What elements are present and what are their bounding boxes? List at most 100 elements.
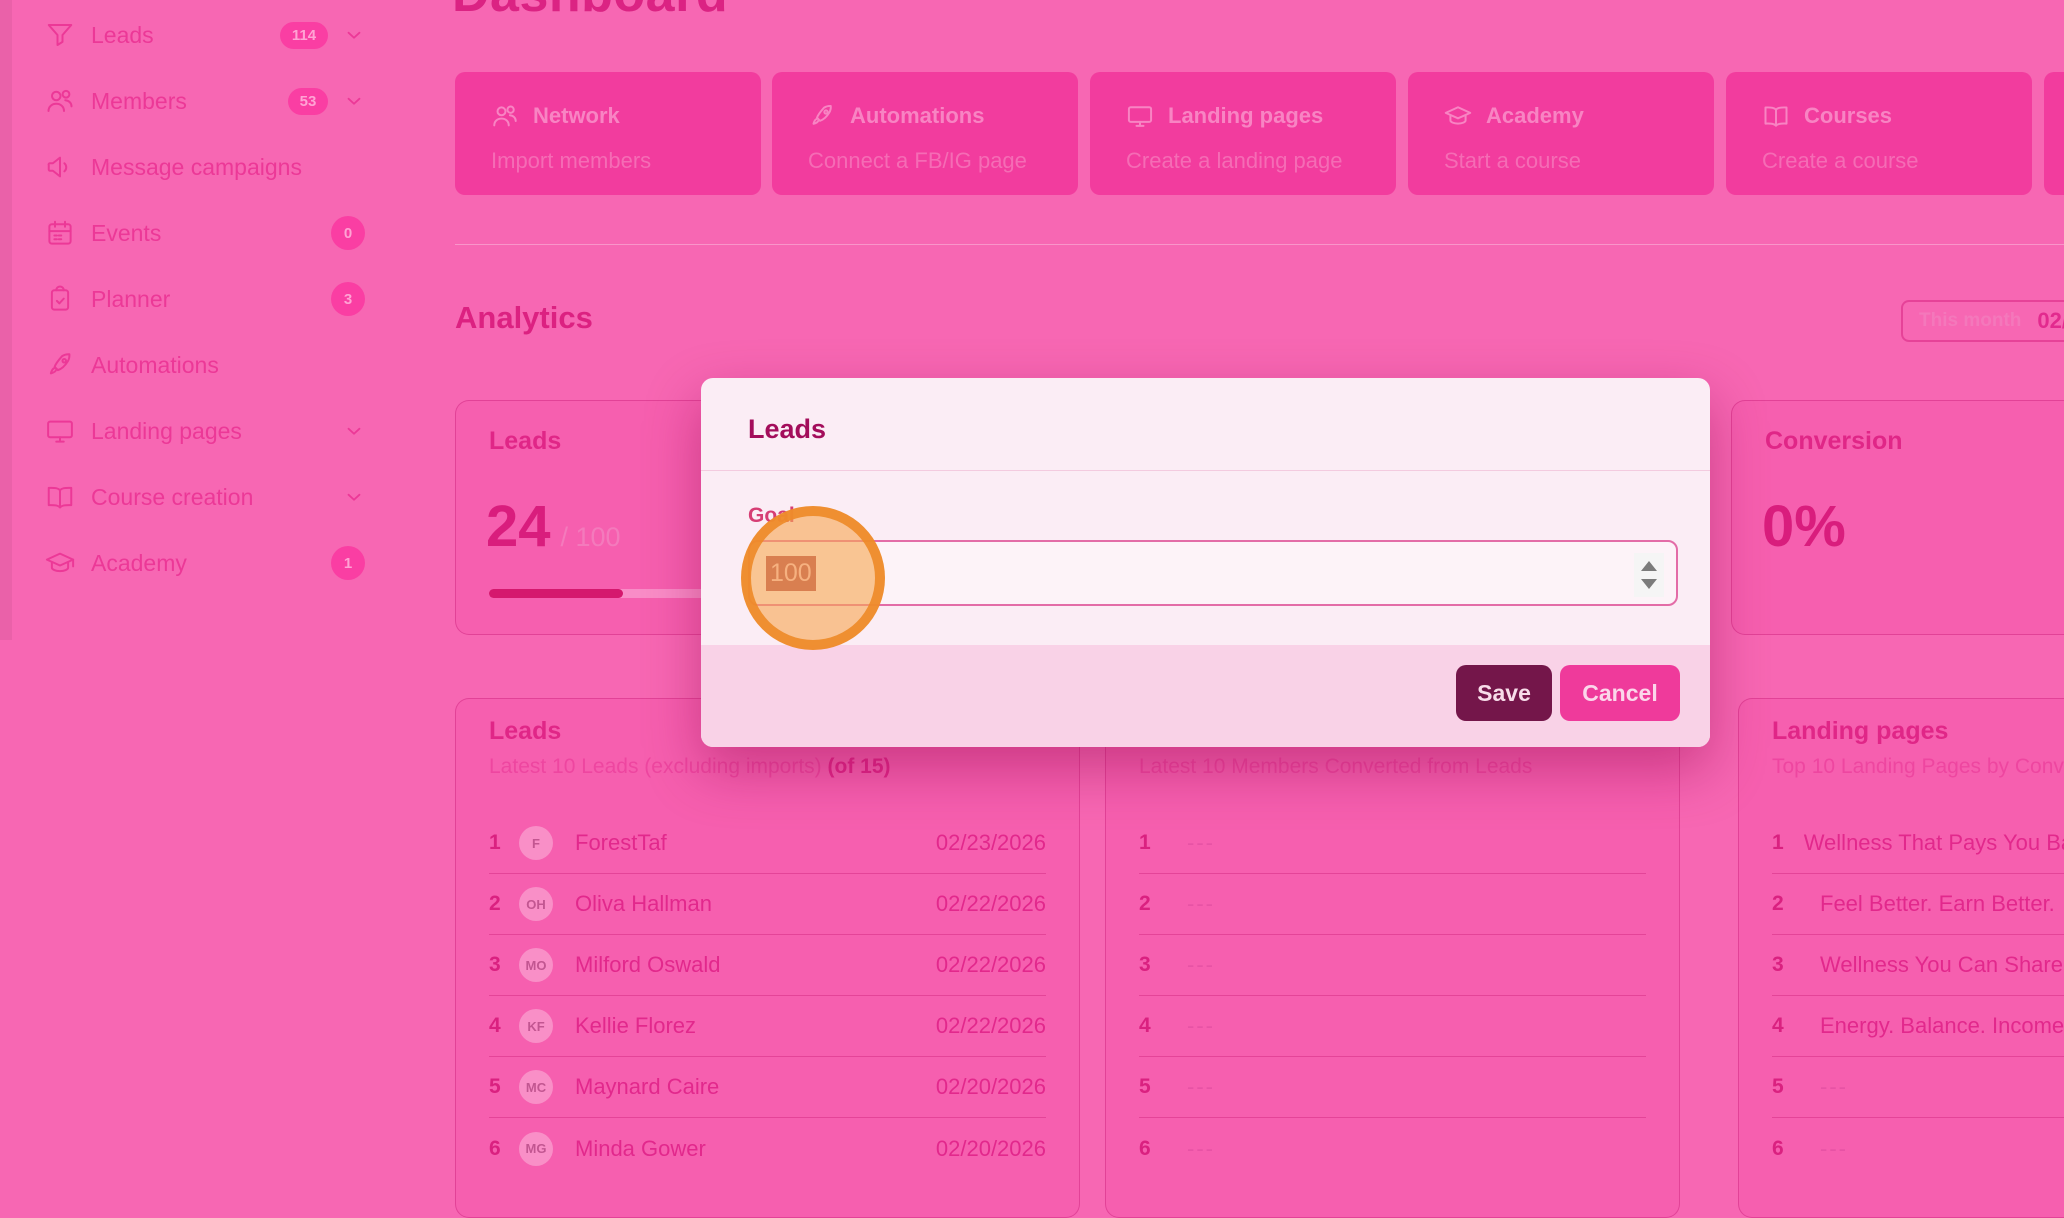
row-index: 1 — [489, 831, 517, 855]
quick-action-title: Network — [533, 103, 620, 129]
sidebar-item-academy[interactable]: Academy 1 — [0, 530, 408, 596]
conversion-value: 0% — [1762, 493, 1846, 560]
list-card-subtitle: Top 10 Landing Pages by Convers — [1772, 755, 2064, 779]
quick-action-courses[interactable]: Courses Create a course — [1726, 72, 2032, 195]
cancel-button[interactable]: Cancel — [1560, 665, 1680, 721]
megaphone-icon — [45, 152, 75, 182]
quick-action-landing-pages[interactable]: Landing pages Create a landing page — [1090, 72, 1396, 195]
leads-count-value: 24 — [486, 493, 551, 560]
events-count-badge: 0 — [331, 216, 365, 250]
row-index: 4 — [1139, 1014, 1167, 1038]
quick-action-automations[interactable]: Automations Connect a FB/IG page — [772, 72, 1078, 195]
academy-count-badge: 1 — [331, 546, 365, 580]
avatar: KF — [519, 1009, 553, 1043]
spinner-up-icon[interactable] — [1641, 561, 1657, 571]
funnel-icon — [45, 20, 75, 50]
list-card-title: Landing pages — [1772, 717, 1948, 746]
modal-header-divider — [701, 470, 1710, 471]
sidebar-item-planner[interactable]: Planner 3 — [0, 266, 408, 332]
chevron-down-icon — [343, 486, 365, 508]
save-button[interactable]: Save — [1456, 665, 1552, 721]
lead-date: 02/22/2026 — [936, 891, 1046, 917]
sidebar-item-course-creation[interactable]: Course creation — [0, 464, 408, 530]
lead-name: Milford Oswald — [575, 952, 720, 978]
table-row[interactable]: 6--- — [1139, 1118, 1646, 1179]
table-row[interactable]: 4Energy. Balance. Income. — [1772, 996, 2064, 1057]
landing-page-name: Wellness You Can Share — [1820, 952, 2063, 978]
stat-card-title: Conversion — [1765, 427, 1903, 456]
lead-name: ForestTaf — [575, 830, 667, 856]
table-row[interactable]: 1--- — [1139, 813, 1646, 874]
sidebar-item-label: Planner — [91, 286, 170, 313]
avatar: MG — [519, 1132, 553, 1166]
table-row[interactable]: 3MOMilford Oswald02/22/2026 — [489, 935, 1046, 996]
row-index: 4 — [1772, 1014, 1800, 1038]
landing-page-name: --- — [1820, 1136, 1848, 1162]
quick-action-title: Academy — [1486, 103, 1584, 129]
list-card-title: Leads — [489, 717, 561, 746]
sidebar: Leads 114 Members 53 Message campaigns E… — [0, 0, 408, 596]
table-row[interactable]: 4KFKellie Florez02/22/2026 — [489, 996, 1046, 1057]
landing-pages-list-card: Landing pages Top 10 Landing Pages by Co… — [1738, 698, 2064, 1218]
table-row[interactable]: 6MGMinda Gower02/20/2026 — [489, 1118, 1046, 1179]
lead-date: 02/23/2026 — [936, 830, 1046, 856]
member-name: --- — [1187, 1136, 1215, 1162]
leads-goal-modal: Leads Goal 100 Save Cancel — [701, 378, 1710, 747]
sidebar-item-events[interactable]: Events 0 — [0, 200, 408, 266]
modal-footer: Save Cancel — [701, 645, 1710, 747]
leads-progress-fill — [489, 589, 623, 598]
row-index: 5 — [1139, 1075, 1167, 1099]
table-row[interactable]: 2--- — [1139, 874, 1646, 935]
table-row[interactable]: 6 --- — [1772, 1118, 2064, 1179]
quick-action-subtitle: Create a landing page — [1126, 148, 1343, 174]
period-value: 02/0 — [2037, 308, 2064, 334]
graduation-cap-icon — [45, 548, 75, 578]
avatar: F — [519, 826, 553, 860]
conversion-stat-card[interactable]: Conversion 0% — [1731, 400, 2064, 635]
chevron-down-icon — [343, 420, 365, 442]
quick-action-academy[interactable]: Academy Start a course — [1408, 72, 1714, 195]
sidebar-item-label: Automations — [91, 352, 219, 379]
row-index: 5 — [489, 1075, 517, 1099]
table-row[interactable]: 3--- — [1139, 935, 1646, 996]
quick-action-subtitle: Start a course — [1444, 148, 1581, 174]
sidebar-item-message-campaigns[interactable]: Message campaigns — [0, 134, 408, 200]
sidebar-item-landing-pages[interactable]: Landing pages — [0, 398, 408, 464]
leads-goal-value: / 100 — [561, 522, 621, 553]
goal-input[interactable]: 100 — [748, 540, 1678, 606]
analytics-heading: Analytics — [455, 300, 593, 336]
table-row[interactable]: 5MCMaynard Caire02/20/2026 — [489, 1057, 1046, 1118]
leads-rows: 1FForestTaf02/23/2026 2OHOliva Hallman02… — [489, 813, 1046, 1179]
row-index: 3 — [1772, 953, 1800, 977]
table-row[interactable]: 1F ForestTaf 02/23/2026 — [489, 813, 1046, 874]
table-row[interactable]: 5--- — [1772, 1057, 2064, 1118]
stat-card-title: Leads — [489, 427, 561, 456]
table-row[interactable]: 5--- — [1139, 1057, 1646, 1118]
quick-action-network[interactable]: Network Import members — [455, 72, 761, 195]
row-index: 3 — [489, 953, 517, 977]
subtitle-text: Latest 10 Leads (excluding imports) — [489, 755, 828, 778]
row-index: 6 — [1772, 1137, 1800, 1161]
chevron-down-icon — [343, 90, 365, 112]
monitor-icon — [45, 416, 75, 446]
planner-count-badge: 3 — [331, 282, 365, 316]
section-divider — [455, 244, 2064, 245]
spinner-down-icon[interactable] — [1641, 579, 1657, 589]
table-row[interactable]: 2Feel Better. Earn Better. — [1772, 874, 2064, 935]
monitor-icon — [1126, 102, 1154, 130]
sidebar-item-automations[interactable]: Automations — [0, 332, 408, 398]
table-row[interactable]: 1Wellness That Pays You Back — [1772, 813, 2064, 874]
member-name: --- — [1187, 891, 1215, 917]
sidebar-item-leads[interactable]: Leads 114 — [0, 2, 408, 68]
period-filter-chip[interactable]: This month 02/0 — [1901, 300, 2064, 342]
sidebar-item-label: Landing pages — [91, 418, 242, 445]
table-row[interactable]: 2OHOliva Hallman02/22/2026 — [489, 874, 1046, 935]
quick-action-title: Landing pages — [1168, 103, 1323, 129]
sidebar-item-members[interactable]: Members 53 — [0, 68, 408, 134]
quick-action-subtitle: Create a course — [1762, 148, 1919, 174]
table-row[interactable]: 3 Wellness You Can Share — [1772, 935, 2064, 996]
table-row[interactable]: 4--- — [1139, 996, 1646, 1057]
users-icon — [491, 102, 519, 130]
quick-action-card-partial[interactable] — [2044, 72, 2064, 195]
lead-name: Oliva Hallman — [575, 891, 712, 917]
